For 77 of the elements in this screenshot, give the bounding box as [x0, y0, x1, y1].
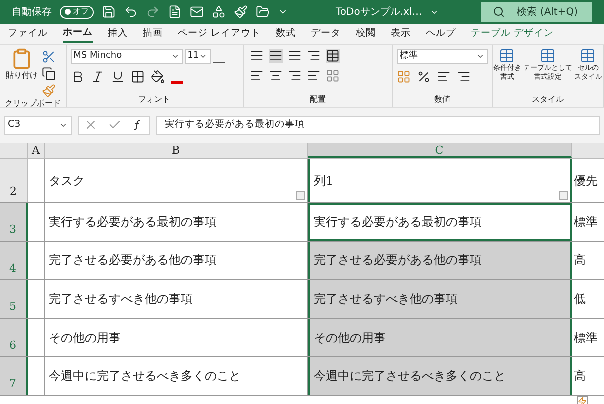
autosave-label: 自動保存: [12, 6, 52, 20]
undo-icon[interactable]: [124, 5, 138, 19]
align-top-icon[interactable]: [250, 49, 264, 63]
caret-icon: [199, 52, 208, 61]
cancel-icon[interactable]: [84, 118, 98, 132]
table-cell: その他の用事: [308, 318, 572, 356]
table-cell-text: 高: [573, 252, 587, 270]
ribbon-tab[interactable]: 校閲: [356, 25, 376, 43]
table-cell: 完了させる必要がある他の事項: [308, 242, 572, 280]
formula-field[interactable]: 実行する必要がある最初の事項: [156, 116, 600, 134]
fill-color-icon[interactable]: [150, 70, 165, 84]
italic-icon[interactable]: [90, 70, 105, 84]
save-icon[interactable]: [102, 5, 116, 19]
align-middle-icon[interactable]: [268, 49, 283, 63]
autosave-toggle[interactable]: オフ: [60, 6, 94, 18]
ribbon-tab[interactable]: データ: [311, 25, 342, 43]
table-cell-text: 標準: [573, 214, 599, 231]
ribbon-tab[interactable]: ヘルプ: [426, 25, 456, 43]
font-name-field[interactable]: MS Mincho: [70, 49, 183, 64]
caret-icon: [170, 52, 180, 61]
table-icon: [499, 48, 516, 64]
brush-icon[interactable]: [234, 5, 248, 19]
row-header[interactable]: 5: [0, 280, 28, 318]
percent-icon[interactable]: [417, 70, 432, 84]
scissors-icon[interactable]: [42, 50, 56, 64]
group-label: スタイル: [530, 94, 565, 106]
table-cell-text: 標準: [573, 330, 599, 347]
file-name[interactable]: ToDoサンプル.xl…: [336, 4, 422, 20]
row-header[interactable]: 2: [0, 159, 28, 202]
name-box[interactable]: C3: [4, 116, 72, 134]
row-header[interactable]: 3: [0, 203, 28, 241]
ribbon-tab[interactable]: ファイル: [8, 25, 48, 43]
table-header-cell-text: 優先: [573, 172, 599, 190]
table-cell-text: 低: [573, 290, 587, 308]
search-icon: [493, 6, 506, 18]
group-label: 配置: [308, 94, 327, 106]
ribbon-tab[interactable]: ページ レイアウト: [178, 25, 262, 43]
align-bottom-icon[interactable]: [288, 49, 302, 63]
table-icon: [580, 48, 596, 64]
group-label: 数値: [433, 94, 452, 106]
shapes-icon[interactable]: [212, 5, 226, 19]
font-size-field[interactable]: 11: [184, 49, 211, 64]
search-field[interactable]: 検索 (Alt+Q): [481, 2, 592, 22]
document-icon[interactable]: [168, 5, 182, 19]
mail-icon[interactable]: [190, 5, 204, 19]
table-cell: 完了させるすべき他の事項: [308, 280, 572, 318]
table-header-cell: 列1: [308, 159, 572, 202]
quick-analysis-icon[interactable]: [577, 396, 588, 404]
align-center-icon[interactable]: [268, 69, 283, 83]
ribbon-tab[interactable]: 挿入: [108, 25, 128, 43]
table-cell: 実行する必要がある最初の事項: [308, 203, 572, 241]
folder-icon[interactable]: [256, 5, 270, 19]
table-cell-text: 高: [573, 368, 587, 386]
table-cell: 今週中に完了させるべき多くのこと: [308, 357, 572, 395]
indent-icon[interactable]: [306, 69, 321, 83]
row-header[interactable]: 4: [0, 242, 28, 280]
paste-button[interactable]: 貼り付け: [6, 48, 38, 98]
clipboard-icon: [11, 48, 33, 70]
ribbon-tab[interactable]: 描画: [143, 25, 163, 43]
ribbon-tab[interactable]: 表示: [391, 25, 412, 43]
column-header[interactable]: C: [308, 143, 572, 158]
group-label: クリップボード: [4, 98, 62, 110]
borders-icon[interactable]: [130, 70, 145, 84]
caret-icon: [476, 52, 485, 61]
number-format-field[interactable]: 標準: [397, 49, 488, 64]
search-placeholder: 検索 (Alt+Q): [517, 6, 578, 20]
align-right-icon[interactable]: [288, 69, 302, 83]
row-header[interactable]: 7: [0, 357, 28, 395]
underline-icon[interactable]: [110, 70, 125, 84]
table-icon: [540, 48, 556, 64]
ribbon-tab[interactable]: 数式: [276, 25, 296, 43]
group-label: フォント: [138, 94, 172, 106]
ribbon-tab[interactable]: テーブル デザイン: [471, 25, 554, 43]
row-header[interactable]: 6: [0, 318, 28, 356]
column-header[interactable]: A: [28, 143, 45, 158]
align-left-icon[interactable]: [250, 69, 264, 83]
copy-icon[interactable]: [42, 67, 56, 81]
